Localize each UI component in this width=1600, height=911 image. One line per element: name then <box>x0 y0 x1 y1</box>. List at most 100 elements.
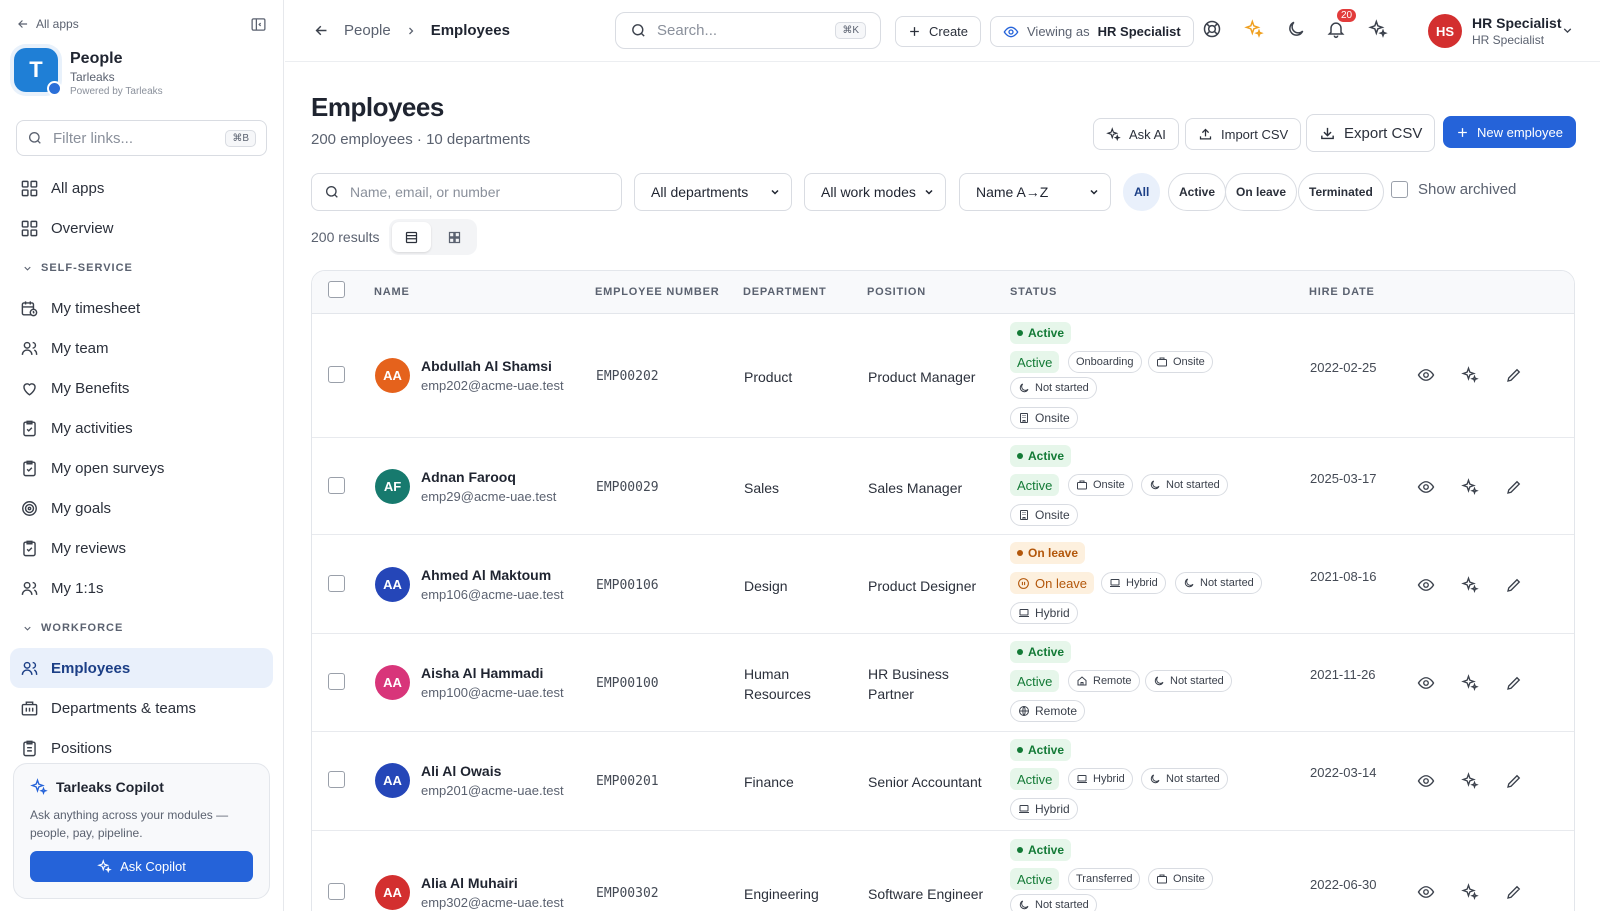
pencil-icon[interactable] <box>1505 478 1523 496</box>
eye-icon[interactable] <box>1417 772 1435 790</box>
user-avatar[interactable]: HS <box>1428 14 1462 48</box>
pencil-icon[interactable] <box>1505 366 1523 384</box>
employee-name[interactable]: Ali Al Owais <box>421 763 501 779</box>
row-checkbox[interactable] <box>328 575 345 592</box>
sparkles-icon <box>97 859 112 874</box>
pencil-icon[interactable] <box>1505 772 1523 790</box>
eye-icon[interactable] <box>1417 366 1435 384</box>
row-checkbox[interactable] <box>328 366 345 383</box>
sidebar-item-employees[interactable]: Employees <box>10 648 273 688</box>
col-name[interactable]: NAME <box>374 286 410 298</box>
pencil-icon[interactable] <box>1505 674 1523 692</box>
status-filter-on-leave[interactable]: On leave <box>1225 173 1298 211</box>
section-workforce[interactable]: WORKFORCE <box>0 608 283 648</box>
chevron-down-icon <box>22 263 33 274</box>
table-row[interactable]: AF Adnan Farooq emp29@acme-uae.test EMP0… <box>312 438 1574 535</box>
table-row[interactable]: AA Ahmed Al Maktoum emp106@acme-uae.test… <box>312 535 1574 634</box>
employee-search-input[interactable]: Name, email, or number <box>311 173 622 211</box>
employee-name[interactable]: Adnan Farooq <box>421 469 516 485</box>
col-department[interactable]: DEPARTMENT <box>743 286 827 298</box>
building-icon <box>1018 509 1030 521</box>
row-checkbox[interactable] <box>328 673 345 690</box>
sub-status-badge: Active <box>1010 351 1060 373</box>
eye-icon[interactable] <box>1417 883 1435 901</box>
sidebar-item-my-open-surveys[interactable]: My open surveys <box>0 448 283 488</box>
create-button[interactable]: Create <box>895 16 982 47</box>
global-search-input[interactable]: Search... ⌘K <box>615 12 881 49</box>
row-checkbox[interactable] <box>328 477 345 494</box>
status-filter-active[interactable]: Active <box>1168 173 1227 211</box>
show-archived-checkbox[interactable] <box>1391 181 1408 198</box>
sort-select[interactable]: Name A→Z <box>959 173 1111 211</box>
show-archived-toggle[interactable]: Show archived <box>1391 181 1516 198</box>
sparkles-icon[interactable] <box>1461 883 1479 901</box>
grid-view-button[interactable] <box>435 222 474 252</box>
moon-icon[interactable] <box>1286 19 1306 39</box>
sidebar-item-my-activities[interactable]: My activities <box>0 408 283 448</box>
ai-sparkle-icon[interactable] <box>1244 19 1264 39</box>
employee-name[interactable]: Aisha Al Hammadi <box>421 665 543 681</box>
chevron-down-icon[interactable] <box>1561 24 1574 37</box>
sparkles-icon[interactable] <box>1368 19 1388 39</box>
department-select[interactable]: All departments <box>634 173 792 211</box>
app-brand: T People Tarleaks Powered by Tarleaks <box>0 48 283 106</box>
employee-department: Engineering <box>744 886 819 902</box>
employee-name[interactable]: Ahmed Al Maktoum <box>421 567 551 583</box>
sidebar-item-my-timesheet[interactable]: My timesheet <box>0 288 283 328</box>
pencil-icon[interactable] <box>1505 576 1523 594</box>
col-status[interactable]: STATUS <box>1010 286 1057 298</box>
sparkles-icon[interactable] <box>1461 772 1479 790</box>
eye-icon[interactable] <box>1417 576 1435 594</box>
eye-icon[interactable] <box>1417 478 1435 496</box>
user-role: HR Specialist <box>1472 33 1545 47</box>
col-position[interactable]: POSITION <box>867 286 926 298</box>
work-mode-select[interactable]: All work modes <box>804 173 946 211</box>
collapse-sidebar-icon[interactable] <box>250 16 267 33</box>
table-row[interactable]: AA Abdullah Al Shamsi emp202@acme-uae.te… <box>312 314 1574 438</box>
all-apps-link[interactable]: All apps <box>16 17 79 31</box>
back-arrow-icon[interactable] <box>313 22 330 39</box>
viewing-as-button[interactable]: Viewing as HR Specialist <box>990 16 1194 47</box>
onboarding-badge: Not started <box>1010 377 1097 399</box>
row-checkbox[interactable] <box>328 883 345 900</box>
import-csv-button[interactable]: Import CSV <box>1185 118 1302 150</box>
help-buoy-icon[interactable] <box>1202 19 1222 39</box>
employee-department: Sales <box>744 480 780 496</box>
sidebar-item-departments-teams[interactable]: Departments & teams <box>0 688 283 728</box>
table-row[interactable]: AA Ali Al Owais emp201@acme-uae.test EMP… <box>312 732 1574 831</box>
sidebar-item-all-apps[interactable]: All apps <box>0 168 283 208</box>
col-employee-number[interactable]: EMPLOYEE NUMBER <box>595 286 719 298</box>
select-all-checkbox[interactable] <box>328 281 345 298</box>
sidebar-item-my-1on1s[interactable]: My 1:1s <box>0 568 283 608</box>
sidebar-item-overview[interactable]: Overview <box>0 208 283 248</box>
sparkles-icon[interactable] <box>1461 674 1479 692</box>
sparkles-icon[interactable] <box>1461 366 1479 384</box>
new-employee-button[interactable]: New employee <box>1443 116 1576 148</box>
sidebar-item-my-reviews[interactable]: My reviews <box>0 528 283 568</box>
eye-icon[interactable] <box>1417 674 1435 692</box>
table-row[interactable]: AA Aisha Al Hammadi emp100@acme-uae.test… <box>312 634 1574 732</box>
sidebar-item-my-benefits[interactable]: My Benefits <box>0 368 283 408</box>
sparkles-icon[interactable] <box>1461 478 1479 496</box>
col-hire-date[interactable]: HIRE DATE <box>1309 286 1375 298</box>
ask-copilot-button[interactable]: Ask Copilot <box>30 851 253 882</box>
bell-icon[interactable] <box>1326 19 1346 39</box>
export-csv-button[interactable]: Export CSV <box>1306 114 1436 152</box>
user-name[interactable]: HR Specialist <box>1472 15 1561 31</box>
sidebar-item-my-team[interactable]: My team <box>0 328 283 368</box>
list-view-button[interactable] <box>392 222 431 252</box>
employee-name[interactable]: Abdullah Al Shamsi <box>421 358 552 374</box>
employee-name[interactable]: Alia Al Muhairi <box>421 875 518 891</box>
ask-ai-button[interactable]: Ask AI <box>1093 118 1179 150</box>
table-row[interactable]: AA Alia Al Muhairi emp302@acme-uae.test … <box>312 831 1574 911</box>
status-filter-all[interactable]: All <box>1123 173 1161 211</box>
breadcrumb-people[interactable]: People <box>344 22 391 39</box>
row-checkbox[interactable] <box>328 771 345 788</box>
sparkles-icon[interactable] <box>1461 576 1479 594</box>
sidebar-item-positions[interactable]: Positions <box>0 728 283 768</box>
status-filter-terminated[interactable]: Terminated <box>1298 173 1384 211</box>
sidebar-item-my-goals[interactable]: My goals <box>0 488 283 528</box>
filter-links-input[interactable]: Filter links... ⌘B <box>16 120 267 156</box>
pencil-icon[interactable] <box>1505 883 1523 901</box>
section-self-service[interactable]: SELF-SERVICE <box>0 248 283 288</box>
